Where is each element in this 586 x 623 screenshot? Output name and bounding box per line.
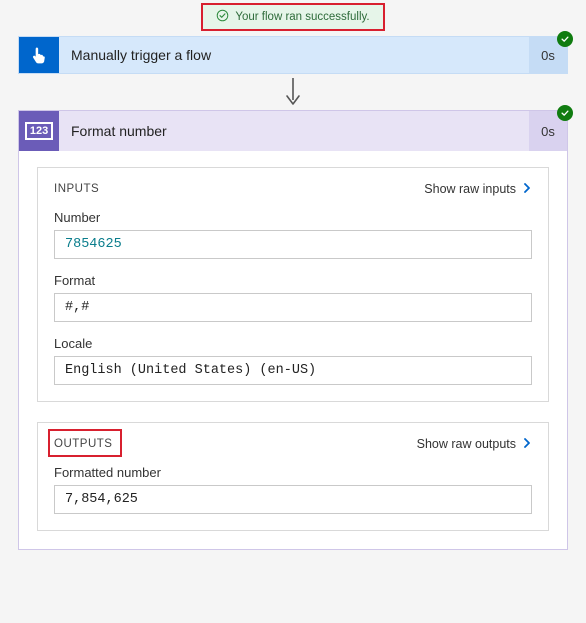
field-number: Number 7854625	[54, 210, 532, 259]
flow-run-canvas: Your flow ran successfully. Manually tri…	[0, 0, 586, 623]
show-raw-outputs-label: Show raw outputs	[417, 437, 516, 451]
locale-label: Locale	[54, 336, 532, 351]
action-title: Format number	[59, 111, 529, 151]
action-header[interactable]: 123 Format number 0s	[19, 111, 567, 151]
number-value[interactable]: 7854625	[54, 230, 532, 259]
success-text: Your flow ran successfully.	[235, 11, 369, 23]
check-circle-icon	[216, 9, 229, 25]
format-value[interactable]: #,#	[54, 293, 532, 322]
number-icon-text: 123	[25, 122, 53, 140]
show-raw-inputs-label: Show raw inputs	[424, 182, 516, 196]
inputs-heading: INPUTS	[54, 183, 99, 195]
outputs-heading: OUTPUTS	[54, 438, 112, 450]
trigger-card[interactable]: Manually trigger a flow 0s	[18, 36, 568, 74]
show-raw-outputs-link[interactable]: Show raw outputs	[417, 437, 532, 451]
formatted-value[interactable]: 7,854,625	[54, 485, 532, 514]
finger-tap-icon	[19, 37, 59, 73]
connector-arrow	[0, 74, 586, 110]
number-label: Number	[54, 210, 532, 225]
action-body: INPUTS Show raw inputs Number 7854625 Fo…	[19, 151, 567, 549]
success-check-icon	[557, 105, 573, 121]
locale-value[interactable]: English (United States) (en-US)	[54, 356, 532, 385]
field-locale: Locale English (United States) (en-US)	[54, 336, 532, 385]
field-formatted-number: Formatted number 7,854,625	[54, 465, 532, 514]
chevron-right-icon	[522, 182, 532, 196]
format-label: Format	[54, 273, 532, 288]
success-banner: Your flow ran successfully.	[202, 4, 384, 30]
chevron-right-icon	[522, 437, 532, 451]
format-number-icon: 123	[19, 111, 59, 151]
outputs-section: OUTPUTS Show raw outputs Formatted numbe…	[37, 422, 549, 531]
success-check-icon	[557, 31, 573, 47]
formatted-label: Formatted number	[54, 465, 532, 480]
show-raw-inputs-link[interactable]: Show raw inputs	[424, 182, 532, 196]
field-format: Format #,#	[54, 273, 532, 322]
inputs-section: INPUTS Show raw inputs Number 7854625 Fo…	[37, 167, 549, 402]
trigger-title: Manually trigger a flow	[59, 37, 529, 73]
action-card: 123 Format number 0s INPUTS Show raw inp…	[18, 110, 568, 550]
